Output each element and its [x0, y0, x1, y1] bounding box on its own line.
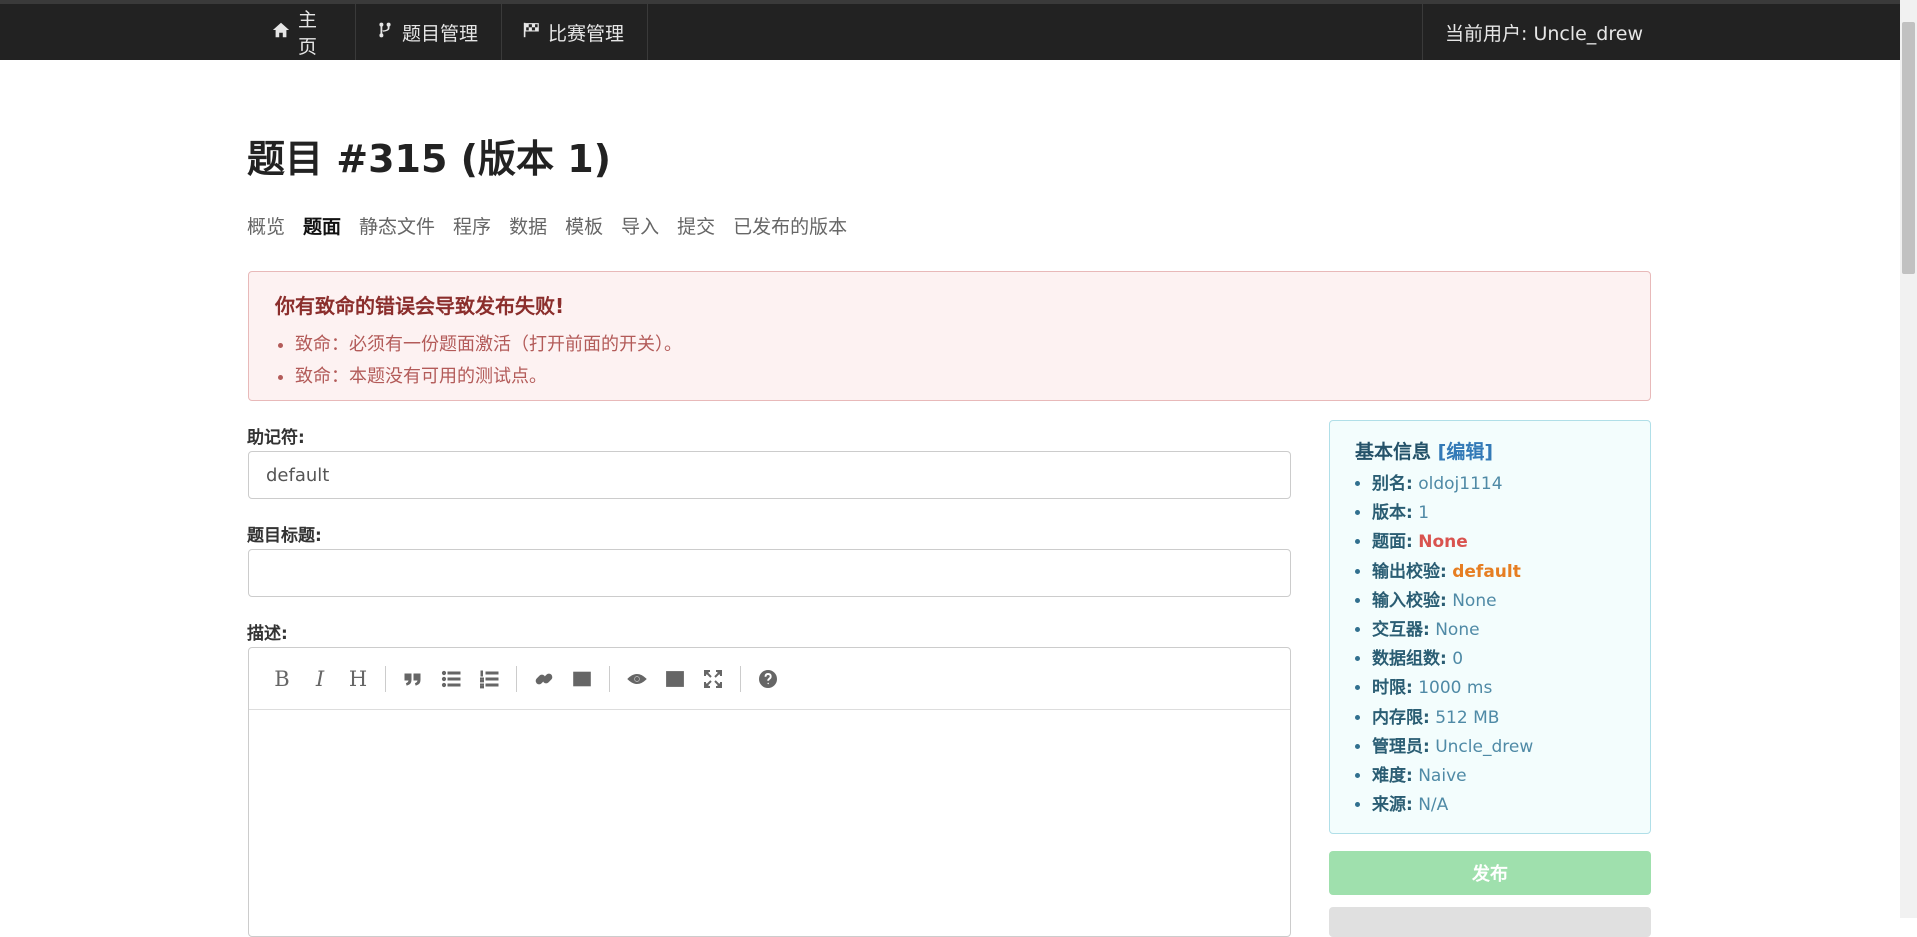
toolbar-divider: [609, 665, 610, 692]
info-value: Uncle_drew: [1435, 736, 1534, 757]
info-value: 1000 ms: [1418, 678, 1493, 699]
flag-checkered-icon: [522, 21, 540, 44]
info-row-source: 来源: N/A: [1372, 791, 1625, 820]
nav-contests-link[interactable]: 比赛管理: [502, 4, 648, 60]
info-key: 来源: [1372, 795, 1406, 816]
nav-home-link[interactable]: 主页: [252, 4, 356, 60]
nav-problems-link[interactable]: 题目管理: [356, 4, 502, 60]
info-value: None: [1435, 620, 1480, 641]
current-user-label: 当前用户: Uncle_drew: [1445, 22, 1643, 45]
guide-icon[interactable]: [751, 662, 785, 696]
info-key: 时限: [1372, 678, 1406, 699]
nav-home-label: 主页: [298, 9, 318, 58]
info-row-managers: 管理员: Uncle_drew: [1372, 733, 1625, 762]
tab-data[interactable]: 数据: [509, 212, 547, 239]
info-key: 数据组数: [1372, 649, 1440, 670]
info-list: 别名: oldoj1114 版本: 1 题面: None 输出校验: defau…: [1355, 470, 1625, 820]
page-scrollbar[interactable]: [1900, 0, 1917, 918]
description-label: 描述:: [247, 624, 288, 644]
info-row-difficulty: 难度: Naive: [1372, 762, 1625, 791]
code-fork-icon: [376, 21, 394, 44]
info-value: 0: [1452, 649, 1464, 670]
problem-tabs: 概览 题面 静态文件 程序 数据 模板 导入 提交 已发布的版本: [247, 212, 847, 239]
preview-icon[interactable]: [620, 662, 654, 696]
toolbar-divider: [740, 665, 741, 692]
info-row-checker: 输出校验: default: [1372, 558, 1625, 587]
heading-icon[interactable]: H: [341, 662, 375, 696]
tab-published-versions[interactable]: 已发布的版本: [733, 212, 847, 239]
info-key: 难度: [1372, 766, 1406, 787]
info-value: default: [1452, 561, 1521, 582]
link-icon[interactable]: [527, 662, 561, 696]
alert-item: 致命：必须有一份题面激活（打开前面的开关）。: [295, 329, 1624, 361]
info-row-interactor: 交互器: None: [1372, 616, 1625, 645]
info-key: 别名: [1372, 474, 1406, 494]
unordered-list-icon[interactable]: [434, 662, 468, 696]
tab-submissions[interactable]: 提交: [677, 212, 715, 239]
editor-toolbar: B I H: [249, 648, 1290, 710]
quote-icon[interactable]: [396, 662, 430, 696]
info-row-alias: 别名: oldoj1114: [1372, 470, 1625, 499]
info-value: oldoj1114: [1418, 474, 1503, 494]
markdown-editor: B I H: [248, 647, 1291, 937]
side-by-side-icon[interactable]: [658, 662, 692, 696]
tab-import[interactable]: 导入: [621, 212, 659, 239]
tab-programs[interactable]: 程序: [453, 212, 491, 239]
problem-title-input[interactable]: [248, 549, 1291, 597]
info-key: 交互器: [1372, 620, 1423, 641]
alert-list: 致命：必须有一份题面激活（打开前面的开关）。 致命：本题没有可用的测试点。: [275, 329, 1624, 393]
info-value: None: [1418, 532, 1468, 553]
fatal-error-alert: 你有致命的错误会导致发布失败! 致命：必须有一份题面激活（打开前面的开关）。 致…: [248, 271, 1651, 401]
info-value: Naive: [1418, 766, 1467, 787]
nav-contests-label: 比赛管理: [548, 22, 625, 45]
ordered-list-icon[interactable]: [472, 662, 506, 696]
info-key: 输入校验: [1372, 590, 1440, 611]
nav-problems-label: 题目管理: [402, 22, 479, 45]
page-title: 题目 #315 (版本 1): [247, 137, 612, 181]
info-value: N/A: [1418, 795, 1449, 816]
tab-templates[interactable]: 模板: [565, 212, 603, 239]
current-user[interactable]: 当前用户: Uncle_drew: [1422, 4, 1682, 60]
bold-icon[interactable]: B: [265, 662, 299, 696]
problem-title-label: 题目标题:: [247, 526, 322, 546]
home-icon: [272, 21, 290, 44]
info-key: 输出校验: [1372, 561, 1440, 582]
info-key: 版本: [1372, 503, 1406, 524]
info-row-validator: 输入校验: None: [1372, 587, 1625, 616]
info-key: 管理员: [1372, 736, 1423, 757]
tab-overview[interactable]: 概览: [247, 212, 285, 239]
tab-static-files[interactable]: 静态文件: [359, 212, 435, 239]
info-row-testcase-count: 数据组数: 0: [1372, 645, 1625, 674]
fullscreen-icon[interactable]: [696, 662, 730, 696]
info-title: 基本信息 [编辑]: [1355, 437, 1625, 464]
info-key: 内存限: [1372, 707, 1423, 728]
toolbar-divider: [516, 665, 517, 692]
image-icon[interactable]: [565, 662, 599, 696]
basic-info-panel: 基本信息 [编辑] 别名: oldoj1114 版本: 1 题面: None 输…: [1329, 420, 1651, 834]
info-row-time-limit: 时限: 1000 ms: [1372, 674, 1625, 703]
info-key: 题面: [1372, 532, 1406, 553]
alert-title: 你有致命的错误会导致发布失败!: [275, 294, 565, 318]
secondary-button[interactable]: [1329, 907, 1651, 937]
info-row-memory-limit: 内存限: 512 MB: [1372, 704, 1625, 733]
italic-icon[interactable]: I: [303, 662, 337, 696]
alert-item: 致命：本题没有可用的测试点。: [295, 361, 1624, 393]
mnemonic-label: 助记符:: [247, 428, 305, 448]
info-title-text: 基本信息: [1355, 441, 1432, 463]
scrollbar-thumb[interactable]: [1902, 22, 1915, 274]
toolbar-divider: [385, 665, 386, 692]
mnemonic-input[interactable]: [248, 451, 1291, 499]
info-value: None: [1452, 590, 1497, 611]
info-row-version: 版本: 1: [1372, 499, 1625, 528]
publish-button[interactable]: 发布: [1329, 851, 1651, 895]
info-row-statement: 题面: None: [1372, 528, 1625, 557]
top-navbar: 主页 题目管理 比赛管理 当前用户: Uncle_drew: [0, 0, 1900, 60]
edit-info-link[interactable]: [编辑]: [1438, 441, 1493, 463]
tab-statement[interactable]: 题面: [303, 212, 341, 239]
info-value: 1: [1418, 503, 1430, 524]
info-value: 512 MB: [1435, 707, 1500, 728]
